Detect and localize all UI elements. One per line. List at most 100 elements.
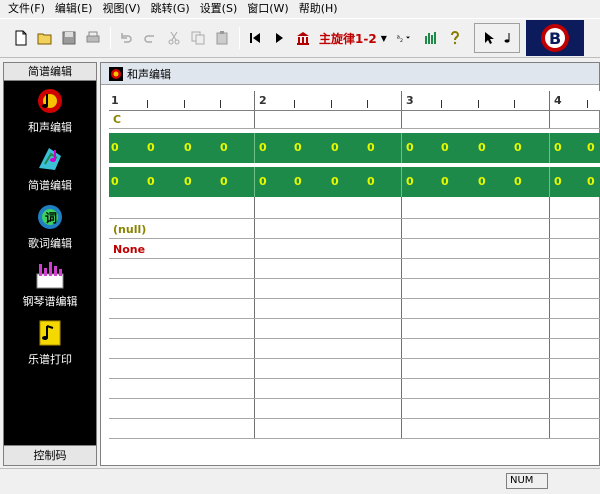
- melody-track-label: 主旋律1-2: [319, 31, 377, 46]
- menu-edit[interactable]: 编辑(E): [50, 0, 98, 18]
- beat-value: 0: [331, 141, 339, 154]
- empty-row[interactable]: [109, 319, 600, 339]
- null-row[interactable]: (null): [109, 219, 600, 239]
- piano-icon: [36, 262, 64, 289]
- nav-notation-edit[interactable]: 简谱编辑: [4, 139, 96, 197]
- skip-back-icon[interactable]: [244, 27, 266, 49]
- control-code-button[interactable]: 控制码: [4, 445, 96, 465]
- library-icon[interactable]: [292, 27, 314, 49]
- menu-settings[interactable]: 设置(S): [195, 0, 243, 18]
- barline: [549, 339, 550, 358]
- open-icon[interactable]: [34, 27, 56, 49]
- barline: [401, 339, 402, 358]
- none-value: None: [113, 243, 146, 256]
- harmony-grid[interactable]: 1 2 3 4 C 00000000000000 0 0 0 0 0 0 0 0…: [109, 91, 600, 463]
- barline: [254, 239, 255, 258]
- barline: [549, 219, 550, 238]
- harmony-track-row[interactable]: 0 0 0 0 0 0 0 0 0 0 0 0 0 0: [109, 133, 600, 163]
- barline: [254, 133, 255, 163]
- barline: [254, 219, 255, 238]
- nav-lyrics-edit[interactable]: 词 歌词编辑: [4, 197, 96, 255]
- barline: [549, 111, 550, 128]
- new-icon[interactable]: [10, 27, 32, 49]
- melody-track-selector[interactable]: 主旋律1-2 ▼: [319, 30, 387, 47]
- beat-value: 0: [514, 175, 522, 188]
- menu-file[interactable]: 文件(F): [3, 0, 50, 18]
- nav-score-print[interactable]: 乐谱打印: [4, 313, 96, 371]
- beat-value: 0: [554, 175, 562, 188]
- barline: [401, 91, 402, 110]
- barline: [549, 167, 550, 197]
- empty-row[interactable]: [109, 399, 600, 419]
- empty-row[interactable]: [109, 259, 600, 279]
- num-lock-indicator: NUM: [506, 473, 548, 489]
- paste-icon[interactable]: [211, 27, 233, 49]
- beat-value: 0: [259, 141, 267, 154]
- nav-piano-edit[interactable]: 钢琴谱编辑: [4, 255, 96, 313]
- play-icon[interactable]: [268, 27, 290, 49]
- empty-row[interactable]: [109, 339, 600, 359]
- beat-value: 0: [184, 141, 192, 154]
- harmony-icon: [38, 89, 62, 113]
- chord-row[interactable]: C: [109, 111, 600, 129]
- pointer-tool-group: [473, 23, 520, 53]
- beat-value: 0: [259, 175, 267, 188]
- harmony-track-row[interactable]: 0 0 0 0 0 0 0 0 0 0 0 0 0 0: [109, 167, 600, 197]
- empty-row[interactable]: [109, 197, 600, 219]
- menu-goto[interactable]: 跳转(G): [146, 0, 195, 18]
- status-bar: NUM: [0, 468, 600, 494]
- barline: [254, 399, 255, 418]
- beat-value: 0: [554, 141, 562, 154]
- beat-tick: [478, 100, 479, 108]
- empty-row[interactable]: [109, 379, 600, 399]
- redo-icon[interactable]: [139, 27, 161, 49]
- menu-view[interactable]: 视图(V): [97, 0, 145, 18]
- barline: [401, 259, 402, 278]
- copy-icon[interactable]: [187, 27, 209, 49]
- barline: [401, 197, 402, 218]
- empty-row[interactable]: [109, 419, 600, 439]
- save-icon[interactable]: [58, 27, 80, 49]
- barline: [401, 133, 402, 163]
- help-icon[interactable]: [444, 27, 466, 49]
- print-score-icon: [39, 320, 61, 346]
- beat-value: 0: [406, 175, 414, 188]
- beat-value: 0: [294, 175, 302, 188]
- dropdown-arrow-icon: ▼: [380, 33, 387, 43]
- level-meter-icon[interactable]: [420, 27, 442, 49]
- menu-window[interactable]: 窗口(W): [242, 0, 293, 18]
- empty-row[interactable]: [109, 299, 600, 319]
- beat-tick: [441, 100, 442, 108]
- menu-help[interactable]: 帮助(H): [294, 0, 343, 18]
- chord-label: C: [113, 113, 122, 126]
- barline: [254, 111, 255, 128]
- barline: [549, 299, 550, 318]
- barline: [401, 239, 402, 258]
- cut-icon[interactable]: [163, 27, 185, 49]
- barline: [254, 197, 255, 218]
- undo-icon[interactable]: [115, 27, 137, 49]
- barline: [254, 359, 255, 378]
- beat-value: 0: [587, 175, 595, 188]
- barline: [549, 379, 550, 398]
- barline: [254, 319, 255, 338]
- empty-row[interactable]: [109, 359, 600, 379]
- empty-row[interactable]: [109, 279, 600, 299]
- beat-value: 0: [441, 141, 449, 154]
- child-window-titlebar[interactable]: 和声编辑: [101, 63, 599, 85]
- measure-number: 2: [259, 94, 267, 107]
- svg-text:词: 词: [45, 211, 57, 225]
- beat-value: 0: [220, 141, 228, 154]
- pointer-icon[interactable]: [478, 27, 500, 49]
- note-icon[interactable]: [502, 27, 514, 49]
- print-icon[interactable]: [82, 27, 104, 49]
- barline: [549, 359, 550, 378]
- barline: [401, 399, 402, 418]
- note-value-icon[interactable]: a2: [390, 27, 418, 49]
- nav-label: 和声编辑: [28, 121, 72, 134]
- nav-harmony-edit[interactable]: 和声编辑: [4, 81, 96, 139]
- barline: [254, 279, 255, 298]
- toolbar-separator: [110, 27, 111, 49]
- nav-label: 简谱编辑: [28, 179, 72, 192]
- none-row[interactable]: None: [109, 239, 600, 259]
